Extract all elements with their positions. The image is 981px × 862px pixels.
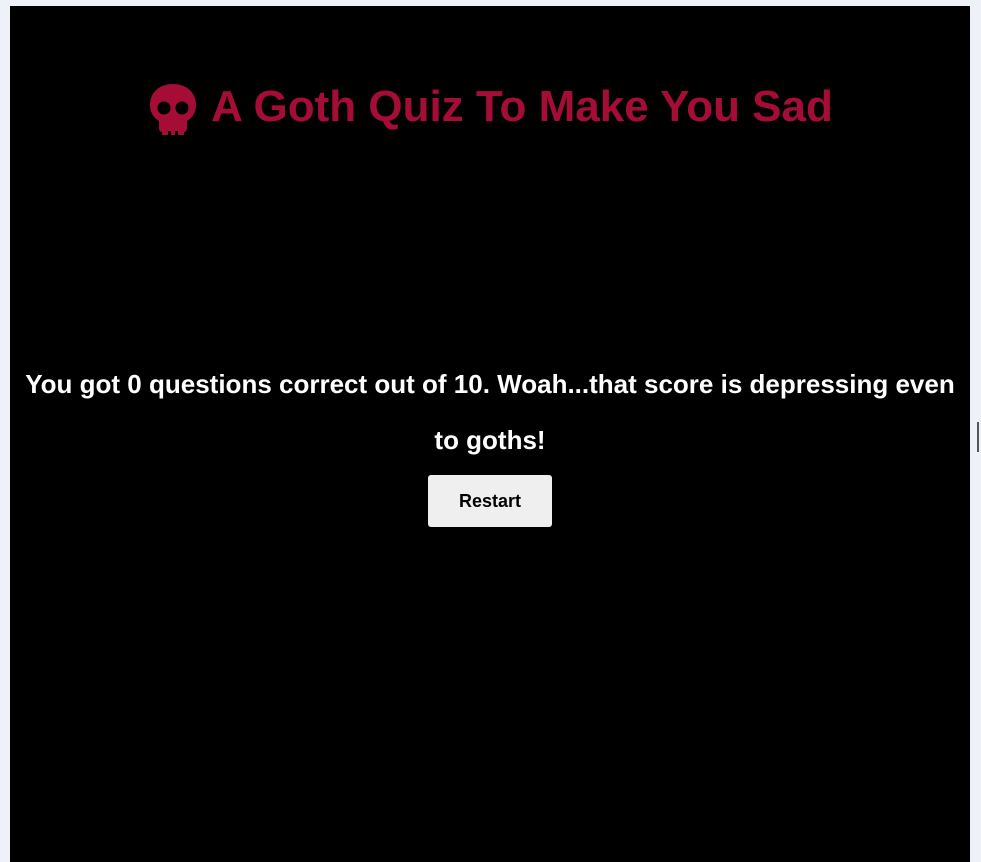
quiz-page: A Goth Quiz To Make You Sad You got 0 qu… bbox=[10, 6, 970, 862]
restart-button[interactable]: Restart bbox=[428, 475, 552, 527]
scrollbar-thumb[interactable] bbox=[977, 422, 979, 452]
skull-icon bbox=[147, 82, 199, 136]
page-title-text: A Goth Quiz To Make You Sad bbox=[211, 82, 833, 131]
page-title: A Goth Quiz To Make You Sad bbox=[10, 76, 970, 138]
score-message: You got 0 questions correct out of 10. W… bbox=[25, 369, 955, 455]
